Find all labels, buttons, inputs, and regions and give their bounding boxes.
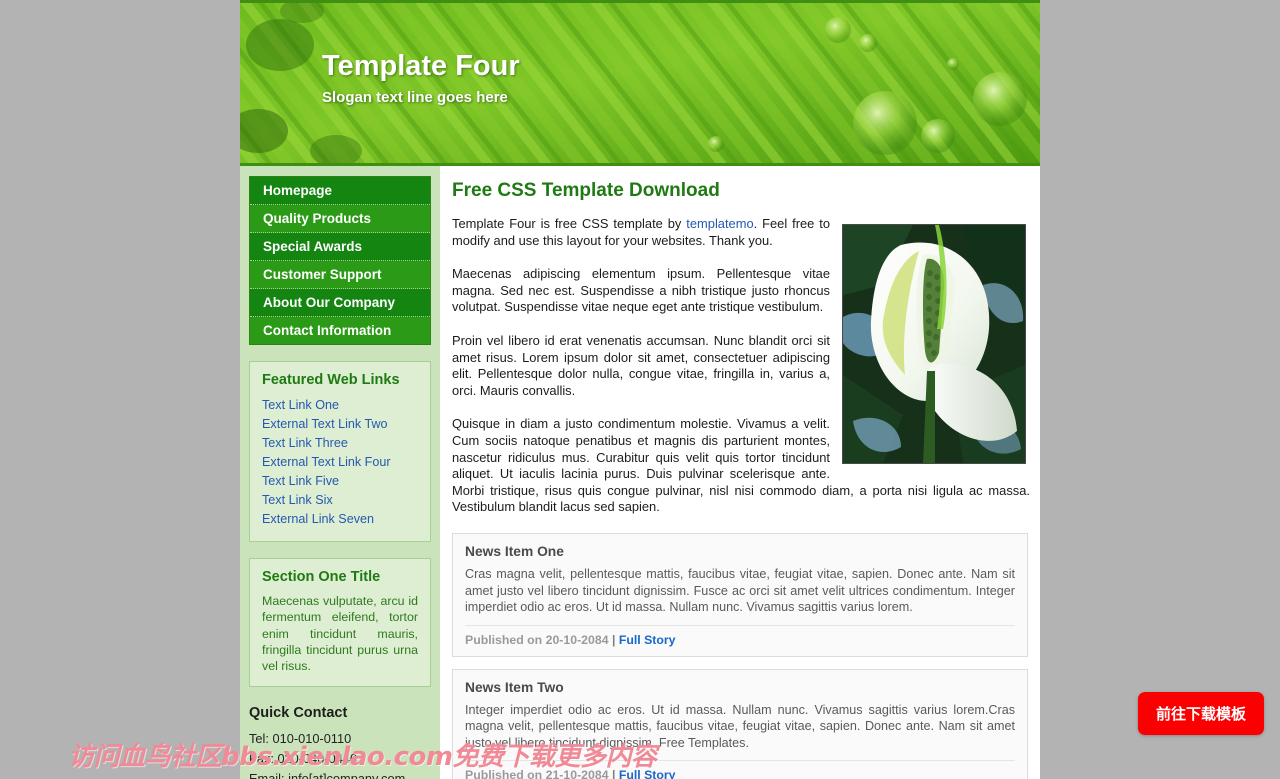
page-title: Free CSS Template Download: [452, 180, 720, 201]
banner-text-block: Template Four Slogan text line goes here: [322, 50, 520, 106]
news-meta: Published on 21-10-2084 | Full Story: [465, 760, 1015, 779]
nav-item[interactable]: Quality Products: [250, 205, 430, 233]
intro-text-before: Template Four is free CSS template by: [452, 216, 687, 231]
list-item[interactable]: External Text Link Four: [262, 453, 418, 471]
quick-contact-tel: Tel: 010-010-0110: [249, 731, 352, 747]
news-date: 21-10-2084: [545, 768, 609, 779]
site-title: Template Four: [322, 50, 520, 82]
full-story-link[interactable]: Full Story: [619, 633, 676, 647]
list-item[interactable]: Text Link Three: [262, 434, 418, 452]
nav-item[interactable]: About Our Company: [250, 289, 430, 317]
list-item[interactable]: External Text Link Two: [262, 415, 418, 433]
featured-links-title: Featured Web Links: [262, 372, 400, 388]
page-root: Template Four Slogan text line goes here…: [0, 0, 1280, 779]
templatemo-link[interactable]: templatemo: [686, 216, 753, 231]
news-meta: Published on 20-10-2084 | Full Story: [465, 624, 1015, 647]
section-one-text: Maecenas vulputate, arcu id fermentum el…: [262, 594, 418, 674]
sidebar-item-about-our-company[interactable]: About Our Company: [250, 289, 430, 317]
peace-lily-image: [843, 225, 1025, 463]
sidebar: Homepage Quality Products Special Awards…: [240, 166, 440, 779]
list-item[interactable]: Text Link Six: [262, 491, 418, 509]
news-item: News Item Two Integer imperdiet odio ac …: [452, 668, 1028, 779]
full-story-link[interactable]: Full Story: [619, 768, 676, 779]
main-content: Free CSS Template Download Template Four…: [440, 166, 1040, 779]
site-wrapper: Template Four Slogan text line goes here…: [240, 0, 1040, 779]
news-item: News Item One Cras magna velit, pellente…: [452, 532, 1028, 657]
section-one-box: Section One Title Maecenas vulputate, ar…: [249, 558, 431, 688]
nav-item[interactable]: Contact Information: [250, 317, 430, 344]
list-item[interactable]: Text Link One: [262, 396, 418, 414]
main-navigation: Homepage Quality Products Special Awards…: [249, 176, 431, 345]
featured-links-list: Text Link One External Text Link Two Tex…: [262, 396, 418, 528]
page-columns: Homepage Quality Products Special Awards…: [240, 166, 1040, 779]
download-template-button[interactable]: 前往下载模板: [1137, 692, 1264, 735]
featured-link-5[interactable]: Text Link Five: [262, 474, 339, 488]
quick-contact-block: Quick Contact Tel: 010-010-0110 Fax: 020…: [249, 705, 431, 779]
featured-link-1[interactable]: Text Link One: [262, 398, 339, 412]
news-title: News Item Two: [465, 679, 564, 695]
quick-contact-fax: Fax: 020-040-0440: [249, 751, 358, 767]
quick-contact-title: Quick Contact: [249, 705, 348, 722]
nav-item[interactable]: Customer Support: [250, 261, 430, 289]
featured-web-links-box: Featured Web Links Text Link One Externa…: [249, 361, 431, 542]
site-slogan: Slogan text line goes here: [322, 88, 508, 106]
list-item[interactable]: External Link Seven: [262, 510, 418, 528]
featured-link-4[interactable]: External Text Link Four: [262, 455, 391, 469]
news-date: 20-10-2084: [545, 632, 609, 647]
nav-item[interactable]: Special Awards: [250, 233, 430, 261]
sidebar-item-customer-support[interactable]: Customer Support: [250, 261, 430, 289]
list-item[interactable]: Text Link Five: [262, 472, 418, 490]
meta-separator: |: [608, 768, 619, 779]
published-prefix: Published on: [465, 632, 546, 647]
site-header-banner: Template Four Slogan text line goes here: [240, 0, 1040, 166]
sidebar-item-special-awards[interactable]: Special Awards: [250, 233, 430, 261]
featured-link-7[interactable]: External Link Seven: [262, 512, 374, 526]
flower-photo: [842, 224, 1026, 464]
quick-contact-email: Email: info[at]company.com: [249, 771, 406, 779]
featured-link-2[interactable]: External Text Link Two: [262, 417, 388, 431]
news-body: Cras magna velit, pellentesque mattis, f…: [465, 566, 1015, 615]
sidebar-item-homepage[interactable]: Homepage: [250, 177, 430, 205]
news-body: Integer imperdiet odio ac eros. Ut id ma…: [465, 702, 1015, 750]
featured-link-6[interactable]: Text Link Six: [262, 493, 333, 507]
published-prefix: Published on: [465, 768, 546, 779]
section-one-title: Section One Title: [262, 569, 381, 585]
sidebar-item-contact-information[interactable]: Contact Information: [250, 317, 430, 344]
nav-item[interactable]: Homepage: [250, 177, 430, 205]
meta-separator: |: [608, 632, 619, 647]
news-title: News Item One: [465, 543, 564, 559]
sidebar-item-quality-products[interactable]: Quality Products: [250, 205, 430, 233]
featured-link-3[interactable]: Text Link Three: [262, 436, 348, 450]
